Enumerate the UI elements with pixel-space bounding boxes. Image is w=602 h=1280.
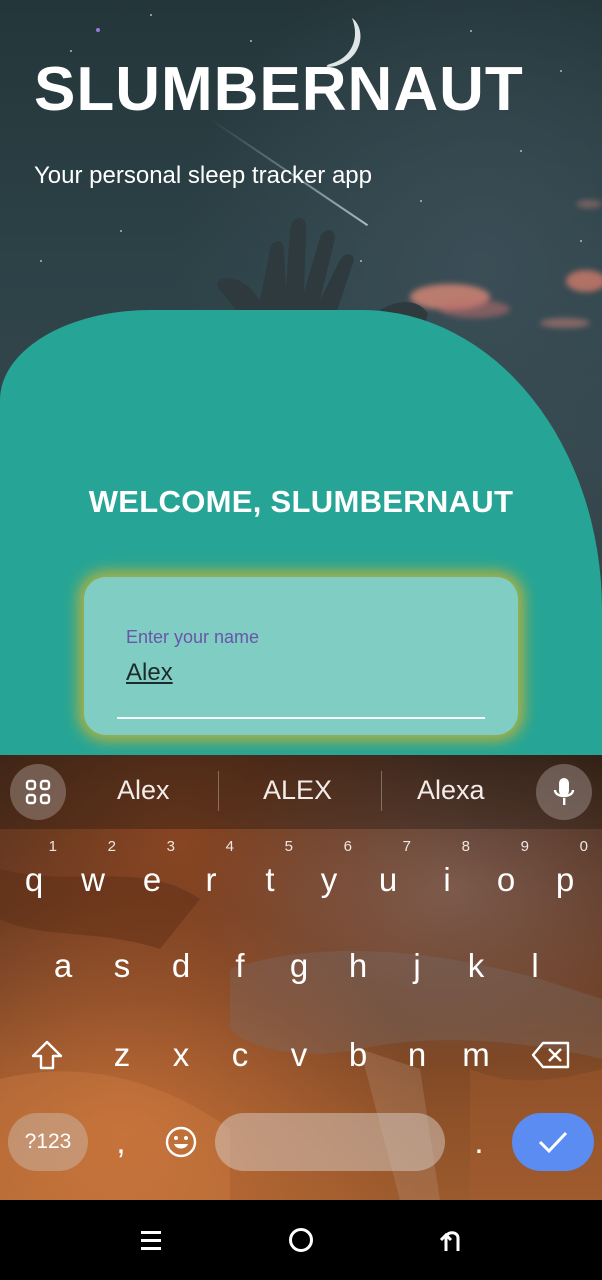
star bbox=[96, 28, 100, 32]
comma-key[interactable]: , bbox=[92, 1107, 150, 1177]
star bbox=[250, 40, 252, 42]
key-j[interactable]: j bbox=[388, 931, 446, 1001]
suggestion-divider bbox=[381, 771, 382, 811]
star bbox=[420, 200, 422, 202]
key-letter: t bbox=[265, 861, 275, 898]
name-field-label: Enter your name bbox=[126, 627, 260, 647]
key-a[interactable]: a bbox=[34, 931, 92, 1001]
back-button[interactable] bbox=[430, 1218, 474, 1262]
key-l[interactable]: l bbox=[506, 931, 564, 1001]
apps-button[interactable] bbox=[10, 764, 66, 820]
menu-icon bbox=[141, 1231, 161, 1250]
key-e[interactable]: e3 bbox=[123, 838, 181, 915]
app-subtitle: Your personal sleep tracker app bbox=[34, 162, 372, 189]
back-icon bbox=[439, 1231, 460, 1251]
emoji-key[interactable] bbox=[152, 1107, 210, 1177]
cloud bbox=[576, 200, 602, 208]
key-number-hint: 6 bbox=[343, 838, 352, 855]
key-letter: y bbox=[320, 861, 338, 898]
key-s[interactable]: s bbox=[93, 931, 151, 1001]
key-number-hint: 4 bbox=[225, 838, 234, 855]
suggestion-chip[interactable]: Alex bbox=[117, 775, 170, 806]
key-q[interactable]: q1 bbox=[5, 838, 63, 915]
cloud bbox=[440, 300, 510, 318]
key-letter: r bbox=[205, 861, 217, 898]
checkmark-icon bbox=[538, 1131, 568, 1154]
key-number-hint: 1 bbox=[48, 838, 57, 855]
name-input[interactable]: Alex bbox=[126, 659, 173, 687]
space-key[interactable] bbox=[215, 1113, 445, 1171]
key-number-hint: 3 bbox=[166, 838, 175, 855]
recent-apps-button[interactable] bbox=[129, 1218, 173, 1262]
backspace-icon bbox=[531, 1041, 570, 1069]
star bbox=[120, 230, 122, 232]
key-letter: o bbox=[496, 861, 516, 898]
key-letter: q bbox=[24, 861, 44, 898]
name-field-underline bbox=[117, 717, 485, 719]
key-letter: e bbox=[142, 861, 162, 898]
key-u[interactable]: u7 bbox=[359, 838, 417, 915]
key-v[interactable]: v bbox=[270, 1020, 328, 1090]
key-number-hint: 5 bbox=[284, 838, 293, 855]
period-key[interactable]: . bbox=[450, 1107, 508, 1177]
welcome-heading: WELCOME, SLUMBERNAUT bbox=[88, 484, 514, 519]
key-n[interactable]: n bbox=[388, 1020, 446, 1090]
key-number-hint: 9 bbox=[520, 838, 529, 855]
key-letter: p bbox=[555, 861, 575, 898]
app-title: SLUMBERNAUT bbox=[34, 55, 524, 124]
enter-key[interactable] bbox=[512, 1113, 594, 1171]
key-k[interactable]: k bbox=[447, 931, 505, 1001]
key-letter: i bbox=[443, 861, 451, 898]
suggestion-divider bbox=[218, 771, 219, 811]
star bbox=[580, 240, 582, 242]
key-x[interactable]: x bbox=[152, 1020, 210, 1090]
key-number-hint: 8 bbox=[461, 838, 470, 855]
soft-keyboard: Alex ALEX Alexa ?123 , . q 1 w 2 e 3 r 4… bbox=[0, 755, 602, 1200]
key-number-hint: 0 bbox=[579, 838, 588, 855]
symbols-key[interactable]: ?123 bbox=[8, 1113, 88, 1171]
emoji-icon bbox=[165, 1126, 197, 1158]
microphone-icon bbox=[553, 778, 575, 805]
key-b[interactable]: b bbox=[329, 1020, 387, 1090]
shift-key[interactable] bbox=[18, 1020, 76, 1090]
shift-icon bbox=[31, 1040, 63, 1070]
star bbox=[470, 30, 472, 32]
key-g[interactable]: g bbox=[270, 931, 328, 1001]
key-letter: w bbox=[81, 861, 105, 898]
star bbox=[70, 50, 72, 52]
grid-icon bbox=[25, 779, 51, 805]
key-number-hint: 2 bbox=[107, 838, 116, 855]
key-y[interactable]: y6 bbox=[300, 838, 358, 915]
key-f[interactable]: f bbox=[211, 931, 269, 1001]
home-icon bbox=[289, 1228, 313, 1252]
star bbox=[520, 150, 522, 152]
voice-input-button[interactable] bbox=[536, 764, 592, 820]
key-d[interactable]: d bbox=[152, 931, 210, 1001]
suggestion-chip[interactable]: Alexa bbox=[417, 775, 485, 806]
name-input-container[interactable]: Enter your name Alex bbox=[84, 577, 518, 735]
system-navigation-bar bbox=[0, 1200, 602, 1280]
key-number-hint: 7 bbox=[402, 838, 411, 855]
backspace-key[interactable] bbox=[522, 1020, 580, 1090]
star bbox=[150, 14, 152, 16]
star bbox=[40, 260, 42, 262]
star bbox=[560, 70, 562, 72]
key-letter: u bbox=[378, 861, 398, 898]
cloud bbox=[566, 270, 602, 292]
key-w[interactable]: w2 bbox=[64, 838, 122, 915]
key-o[interactable]: o9 bbox=[477, 838, 535, 915]
suggestion-chip[interactable]: ALEX bbox=[263, 775, 332, 806]
key-h[interactable]: h bbox=[329, 931, 387, 1001]
cloud bbox=[540, 318, 590, 328]
key-r[interactable]: r4 bbox=[182, 838, 240, 915]
key-p[interactable]: p0 bbox=[536, 838, 594, 915]
key-c[interactable]: c bbox=[211, 1020, 269, 1090]
key-i[interactable]: i8 bbox=[418, 838, 476, 915]
key-m[interactable]: m bbox=[447, 1020, 505, 1090]
key-t[interactable]: t5 bbox=[241, 838, 299, 915]
key-z[interactable]: z bbox=[93, 1020, 151, 1090]
home-button[interactable] bbox=[279, 1218, 323, 1262]
